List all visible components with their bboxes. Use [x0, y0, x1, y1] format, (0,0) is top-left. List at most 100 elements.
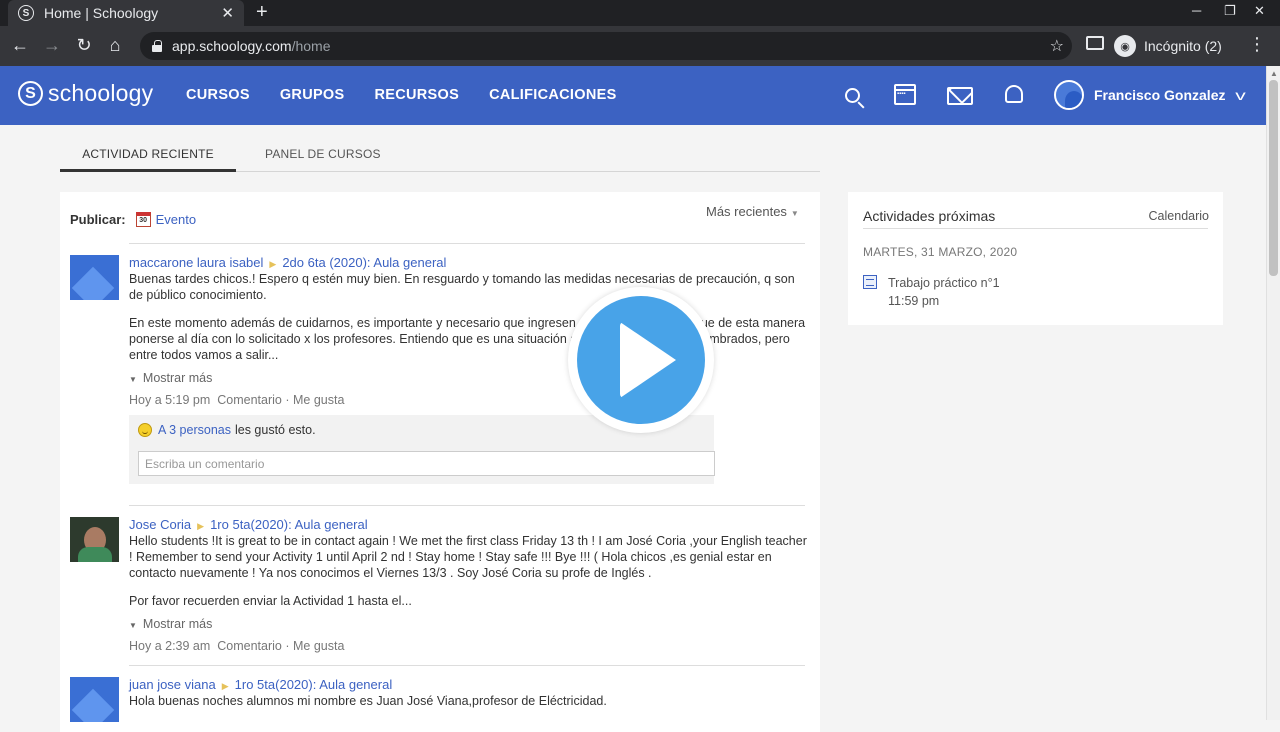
post-header: Jose Coria ▶ 1ro 5ta(2020): Aula general	[129, 517, 807, 533]
author-avatar[interactable]	[70, 255, 119, 300]
post-body: Jose Coria ▶ 1ro 5ta(2020): Aula general H…	[129, 517, 807, 653]
arrow-right-icon: ▶	[269, 259, 277, 269]
logo-mark: S	[18, 81, 43, 106]
browser-tab-bar: S Home | Schoology ✕ + ─ ❐ ✕	[0, 0, 1280, 26]
show-more-link[interactable]: ▼ Mostrar más	[129, 617, 807, 631]
schoology-favicon-icon: S	[18, 5, 34, 21]
caret-down-icon: ▼	[129, 621, 137, 630]
logo-text: schoology	[48, 80, 154, 106]
minimize-icon[interactable]: ─	[1192, 3, 1201, 18]
show-more-label: Mostrar más	[142, 617, 213, 631]
author-avatar[interactable]	[70, 517, 119, 562]
user-menu[interactable]: Francisco Gonzalez v	[1054, 80, 1247, 110]
home-icon[interactable]: ⌂	[104, 34, 126, 56]
search-icon[interactable]	[845, 88, 860, 103]
post-text: Hello students !It is great to be in con…	[129, 533, 807, 609]
author-link[interactable]: Jose Coria	[129, 517, 191, 532]
cast-icon[interactable]	[1086, 36, 1104, 50]
schoology-logo[interactable]: S schoology	[18, 80, 153, 107]
new-tab-icon[interactable]: +	[256, 1, 268, 23]
comment-link[interactable]: Comentario	[217, 639, 282, 653]
main-nav: CURSOS GRUPOS RECURSOS CALIFICACIONES	[186, 87, 617, 103]
post-header: maccarone laura isabel ▶ 2do 6ta (2020): A…	[129, 255, 807, 271]
nav-recursos[interactable]: RECURSOS	[375, 87, 460, 103]
show-more-label: Mostrar más	[142, 371, 213, 385]
post-paragraph: Buenas tardes chicos.! Espero q estén mu…	[129, 272, 795, 302]
post-header: juan jose viana ▶ 1ro 5ta(2020): Aula gene…	[129, 677, 807, 693]
arrow-right-icon: ▶	[221, 681, 229, 691]
mail-icon[interactable]	[947, 87, 973, 105]
tab-panel-de-cursos[interactable]: PANEL DE CURSOS	[265, 147, 381, 161]
upcoming-date: MARTES, 31 MARZO, 2020	[863, 245, 1018, 259]
likes-count-link[interactable]: A 3 personas	[158, 423, 231, 437]
chevron-down-icon: v	[1235, 87, 1247, 103]
author-avatar[interactable]	[70, 677, 119, 722]
caret-down-icon: ▼	[790, 209, 799, 218]
notifications-icon[interactable]	[1005, 85, 1023, 103]
post-paragraph: Hello students !It is great to be in con…	[129, 534, 807, 580]
forward-icon[interactable]: →	[41, 34, 63, 56]
sort-dropdown[interactable]: Más recientes ▼	[706, 204, 799, 219]
divider	[129, 665, 805, 666]
page-tabs: ACTIVIDAD RECIENTE PANEL DE CURSOS	[60, 140, 820, 172]
profile-label: Incógnito (2)	[1144, 38, 1222, 54]
post-time: Hoy a 5:19 pm	[129, 393, 211, 407]
course-link[interactable]: 2do 6ta (2020): Aula general	[282, 255, 446, 270]
divider	[129, 505, 805, 506]
url-path: /home	[291, 38, 331, 54]
window-close-icon[interactable]: ✕	[1254, 3, 1265, 19]
reload-icon[interactable]: ↻	[73, 34, 95, 56]
lock-icon	[152, 40, 162, 52]
author-link[interactable]: maccarone laura isabel	[129, 255, 263, 270]
nav-calificaciones[interactable]: CALIFICACIONES	[489, 87, 616, 103]
event-calendar-icon[interactable]: 30	[135, 212, 151, 227]
tab-title: Home | Schoology	[44, 5, 159, 21]
incognito-profile[interactable]: ◉ Incógnito (2)	[1114, 34, 1222, 58]
comment-input[interactable]	[138, 451, 715, 476]
user-name: Francisco Gonzalez	[1094, 87, 1226, 103]
nav-cursos[interactable]: CURSOS	[186, 87, 250, 103]
comment-link[interactable]: Comentario	[217, 393, 282, 407]
sort-label: Más recientes	[706, 204, 787, 219]
tab-close-icon[interactable]: ✕	[221, 4, 234, 22]
upcoming-item-time: 11:59 pm	[888, 294, 940, 308]
smiley-icon	[138, 423, 152, 437]
post-meta: Hoy a 5:19 pm Comentario · Me gusta	[129, 393, 345, 407]
divider	[863, 228, 1208, 229]
author-link[interactable]: juan jose viana	[129, 677, 216, 692]
calendar-icon[interactable]	[894, 84, 916, 105]
assignment-icon	[863, 275, 877, 289]
course-link[interactable]: 1ro 5ta(2020): Aula general	[210, 517, 368, 532]
browser-toolbar: ← → ↻ ⌂ app.schoology.com/home ☆ ◉ Incóg…	[0, 26, 1280, 66]
post-paragraph: Hola buenas noches alumnos mi nombre es …	[129, 694, 607, 708]
calendar-link[interactable]: Calendario	[1149, 209, 1209, 223]
publish-bar: Publicar: 30 Evento	[70, 212, 196, 227]
address-bar[interactable]: app.schoology.com/home ☆	[140, 32, 1072, 60]
tab-actividad-reciente[interactable]: ACTIVIDAD RECIENTE	[60, 147, 236, 172]
menu-icon[interactable]: ⋮	[1248, 34, 1266, 55]
browser-tab[interactable]: S Home | Schoology ✕	[8, 0, 244, 26]
course-link[interactable]: 1ro 5ta(2020): Aula general	[235, 677, 393, 692]
back-icon[interactable]: ←	[9, 34, 31, 56]
like-link[interactable]: Me gusta	[293, 639, 344, 653]
scroll-thumb[interactable]	[1269, 80, 1278, 276]
post-paragraph: Por favor recuerden enviar la Actividad …	[129, 594, 412, 608]
event-link[interactable]: Evento	[156, 212, 196, 227]
avatar	[1054, 80, 1084, 110]
likes-text: les gustó esto.	[234, 423, 316, 437]
scroll-up-icon[interactable]: ▲	[1270, 69, 1278, 78]
url-host: app.schoology.com	[172, 38, 292, 54]
upcoming-item-link[interactable]: Trabajo práctico n°1	[888, 276, 1000, 290]
post-meta: Hoy a 2:39 am Comentario · Me gusta	[129, 639, 345, 653]
publish-label: Publicar:	[70, 212, 126, 227]
nav-grupos[interactable]: GRUPOS	[280, 87, 345, 103]
star-icon[interactable]: ☆	[1050, 36, 1064, 56]
page-scrollbar[interactable]: ▲	[1266, 66, 1280, 720]
play-icon	[620, 322, 676, 398]
upcoming-title: Actividades próximas	[863, 208, 996, 224]
activity-feed: Publicar: 30 Evento Más recientes ▼ macca…	[60, 192, 820, 732]
caret-down-icon: ▼	[129, 375, 137, 384]
arrow-right-icon: ▶	[197, 521, 205, 531]
maximize-icon[interactable]: ❐	[1224, 3, 1236, 19]
like-link[interactable]: Me gusta	[293, 393, 344, 407]
